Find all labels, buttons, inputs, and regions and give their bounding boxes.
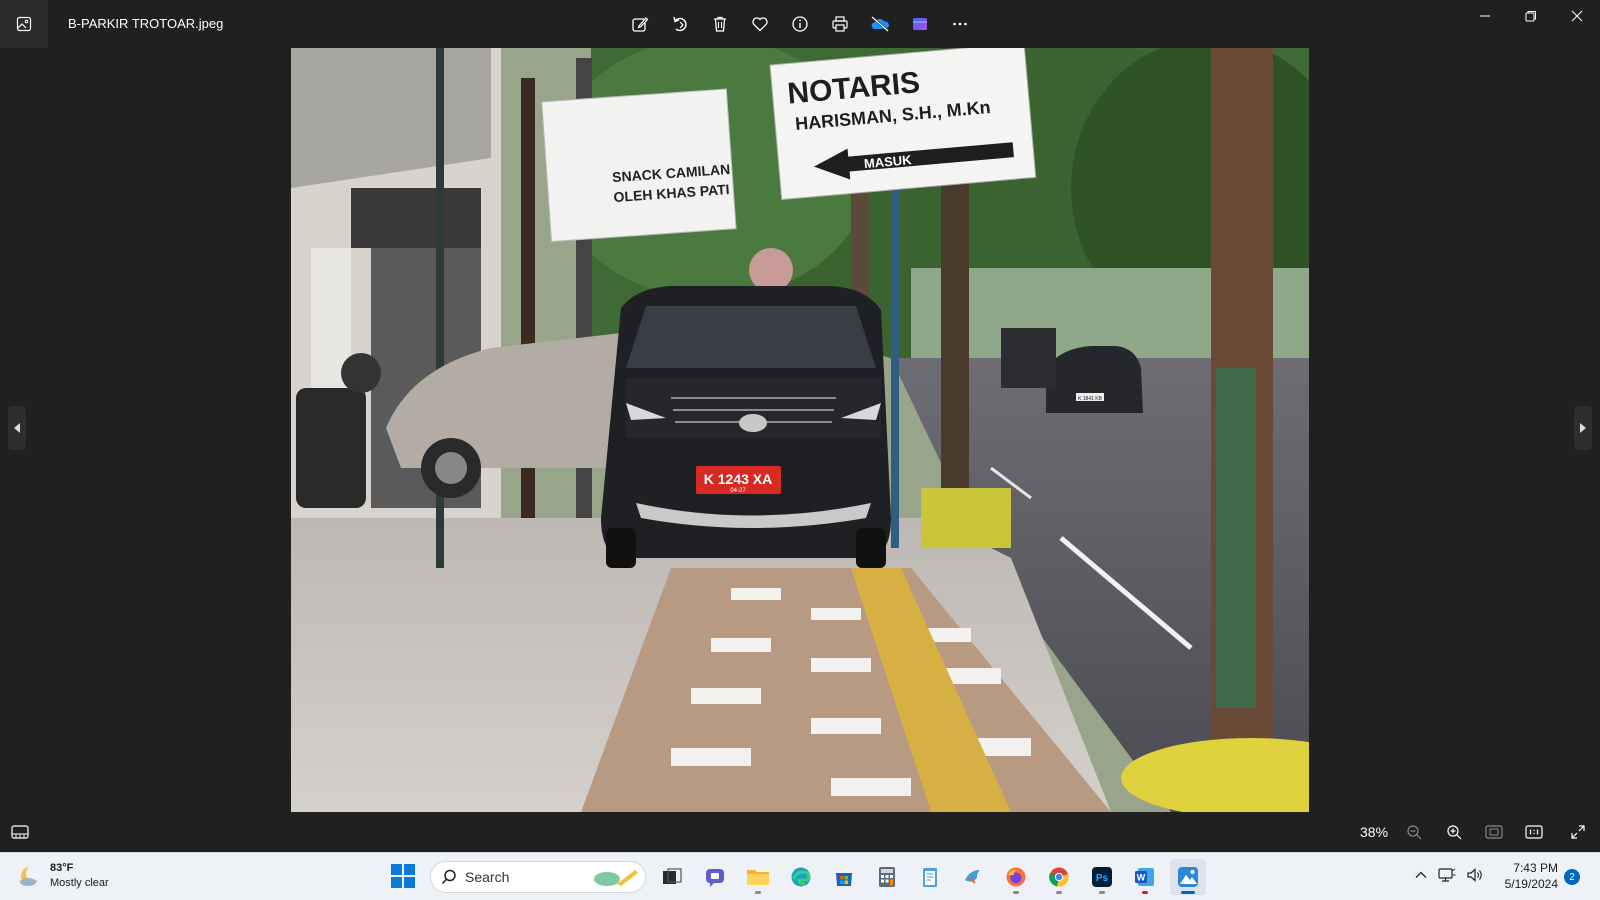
weather-description: Mostly clear	[50, 877, 109, 889]
file-name: B-PARKIR TROTOAR.jpeg	[68, 16, 224, 31]
onedrive-icon[interactable]	[868, 12, 892, 36]
edit-icon[interactable]	[628, 12, 652, 36]
notification-badge[interactable]: 2	[1564, 869, 1580, 885]
search-placeholder: Search	[465, 869, 510, 885]
toolbar	[628, 12, 972, 36]
info-icon[interactable]	[788, 12, 812, 36]
zoom-level[interactable]: 38%	[1360, 824, 1388, 840]
actual-size-icon[interactable]	[1522, 820, 1546, 844]
svg-text:W: W	[1137, 873, 1146, 883]
clock-time: 7:43 PM	[1513, 861, 1558, 875]
fullscreen-icon[interactable]	[1566, 820, 1590, 844]
word-icon[interactable]: W	[1127, 859, 1163, 895]
more-icon[interactable]	[948, 12, 972, 36]
license-plate: K 1243 XA	[704, 471, 772, 487]
edge-browser-icon[interactable]	[783, 859, 819, 895]
chevron-left-icon	[14, 423, 20, 433]
license-plate-car2: K 1841 KB	[1078, 396, 1103, 402]
taskbar-clock[interactable]: 7:43 PM 5/19/2024	[1498, 860, 1558, 892]
search-highlight-icon	[594, 870, 638, 886]
windows-logo-icon	[391, 864, 415, 888]
zoom-in-icon[interactable]	[1442, 820, 1466, 844]
clipchamp-icon[interactable]	[908, 12, 932, 36]
print-icon[interactable]	[828, 12, 852, 36]
bottom-bar: 38%	[0, 812, 1600, 852]
fit-to-window-icon[interactable]	[1482, 820, 1506, 844]
zoom-out-icon[interactable]	[1402, 820, 1426, 844]
network-icon[interactable]	[1438, 867, 1456, 883]
teams-chat-icon[interactable]	[697, 859, 733, 895]
chrome-icon[interactable]	[1041, 859, 1077, 895]
rotate-icon[interactable]	[668, 12, 692, 36]
start-button[interactable]	[390, 863, 416, 889]
calculator-icon[interactable]	[869, 859, 905, 895]
app-bird-icon[interactable]	[955, 859, 991, 895]
volume-icon[interactable]	[1466, 867, 1484, 883]
filmstrip-toggle-icon[interactable]	[8, 820, 32, 844]
chevron-up-icon[interactable]	[1414, 868, 1428, 882]
notepad-icon[interactable]	[912, 859, 948, 895]
weather-widget[interactable]: 83°F Mostly clear	[18, 861, 109, 891]
image-viewer: SNACK CAMILAN OLEH KHAS PATI NOTARIS HAR…	[0, 48, 1600, 812]
search-icon	[441, 869, 456, 885]
license-plate-sub: 04-27	[730, 488, 746, 494]
chevron-right-icon	[1580, 423, 1586, 433]
photo[interactable]: SNACK CAMILAN OLEH KHAS PATI NOTARIS HAR…	[291, 48, 1309, 812]
taskbar-apps: Ps W	[654, 859, 1206, 895]
weather-temperature: 83°F	[50, 862, 74, 874]
photos-app-taskbar-icon[interactable]	[1170, 859, 1206, 895]
microsoft-store-icon[interactable]	[826, 859, 862, 895]
task-view-icon[interactable]	[654, 859, 690, 895]
previous-image-button[interactable]	[8, 406, 26, 450]
firefox-icon[interactable]	[998, 859, 1034, 895]
close-icon[interactable]	[1554, 0, 1600, 32]
photos-app-icon[interactable]	[0, 0, 48, 48]
next-image-button[interactable]	[1574, 406, 1592, 450]
minimize-icon[interactable]	[1462, 0, 1508, 32]
moon-icon	[20, 865, 42, 886]
photoshop-icon[interactable]: Ps	[1084, 859, 1120, 895]
svg-text:Ps: Ps	[1096, 873, 1109, 884]
title-bar: B-PARKIR TROTOAR.jpeg	[0, 0, 1600, 48]
system-tray	[1414, 867, 1484, 883]
clock-date: 5/19/2024	[1504, 877, 1558, 891]
delete-icon[interactable]	[708, 12, 732, 36]
file-explorer-icon[interactable]	[740, 859, 776, 895]
window-controls	[1462, 0, 1600, 32]
taskbar: 83°F Mostly clear Search Ps W 7:43 PM 5/…	[0, 852, 1600, 900]
restore-icon[interactable]	[1508, 0, 1554, 32]
taskbar-search[interactable]: Search	[430, 861, 646, 893]
favorite-icon[interactable]	[748, 12, 772, 36]
